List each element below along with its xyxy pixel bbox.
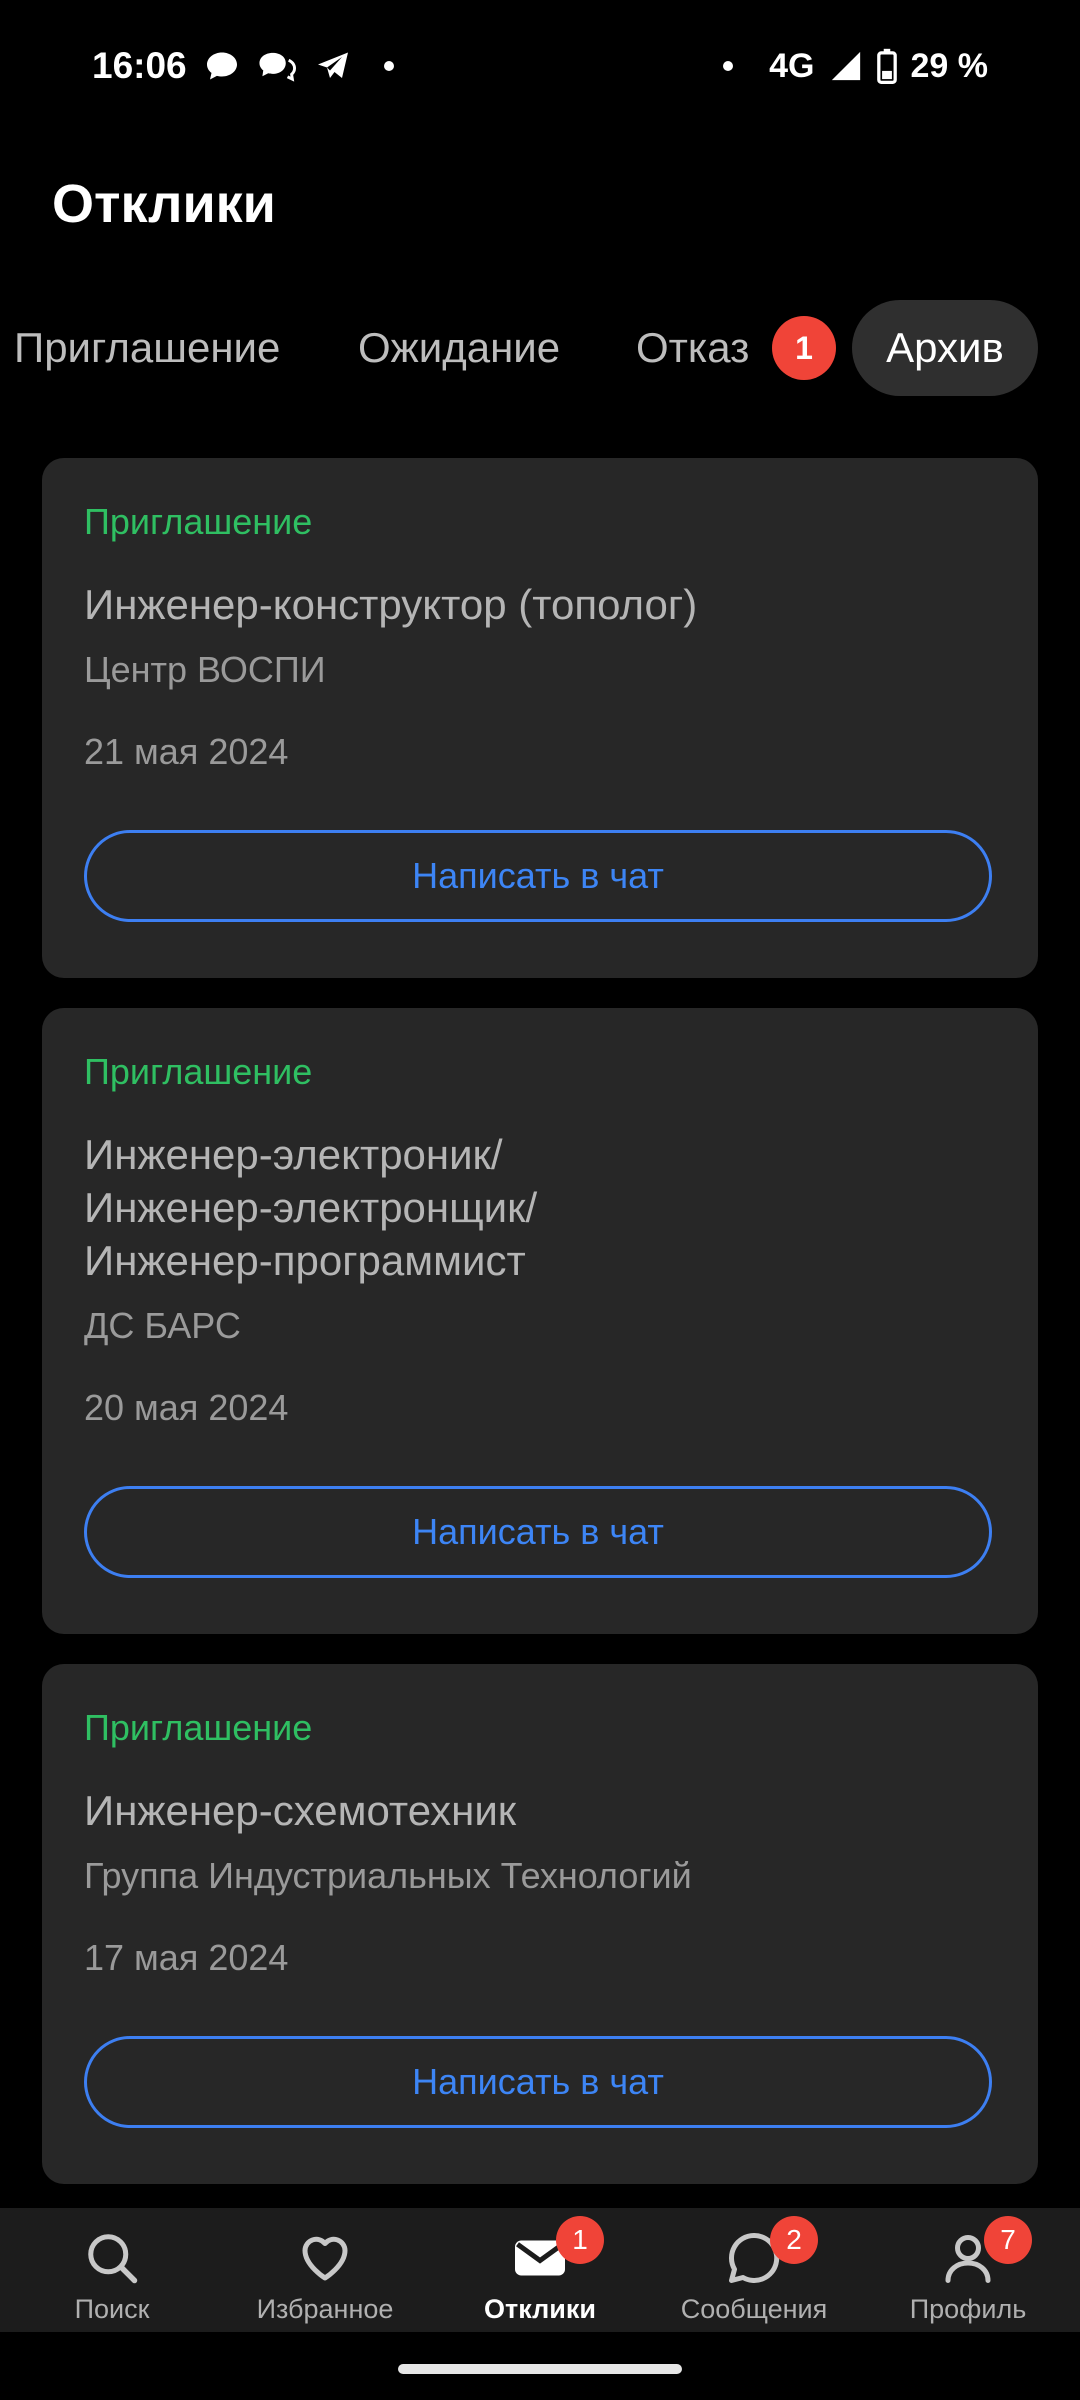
status-right: 4G 29 %	[723, 44, 988, 88]
battery-percent: 29 %	[910, 47, 989, 85]
messages-badge: 2	[770, 2216, 818, 2264]
response-card[interactable]: Приглашение Инженер-электроник/ Инженер-…	[42, 1008, 1038, 1634]
tab-rejection[interactable]: Отказ	[636, 300, 749, 396]
write-to-chat-button[interactable]: Написать в чат	[84, 2036, 992, 2128]
notification-icons	[204, 48, 394, 84]
gesture-navigation-bar[interactable]	[398, 2364, 682, 2374]
telegram-icon	[318, 52, 348, 78]
message-notification-icon	[207, 52, 237, 80]
rejection-badge: 1	[772, 316, 836, 380]
card-company: ДС БАРС	[84, 1305, 241, 1346]
battery-icon	[876, 48, 897, 84]
tab-waiting[interactable]: Ожидание	[358, 300, 560, 396]
responses-badge: 1	[556, 2216, 604, 2264]
card-company: Центр ВОСПИ	[84, 649, 326, 690]
write-to-chat-button[interactable]: Написать в чат	[84, 830, 992, 922]
tab-invitation[interactable]: Приглашение	[14, 300, 280, 396]
card-status: Приглашение	[84, 1051, 313, 1092]
card-date: 17 мая 2024	[84, 1937, 289, 1978]
nav-label: Избранное	[256, 2294, 394, 2324]
card-vacancy-title: Инженер-электроник/ Инженер-электронщик/…	[84, 1131, 538, 1284]
bottom-navigation: Поиск Избранное 1 Отклики 2 Сообщения 7 …	[0, 2208, 1080, 2332]
nav-label: Поиск	[74, 2294, 150, 2324]
response-card[interactable]: Приглашение Инженер-конструктор (тополог…	[42, 458, 1038, 978]
status-bar: 16:06 4G 29 %	[0, 0, 1080, 134]
chat-notification-icon	[259, 52, 296, 82]
page-title: Отклики	[52, 174, 276, 234]
write-to-chat-button[interactable]: Написать в чат	[84, 1486, 992, 1578]
card-status: Приглашение	[84, 501, 313, 542]
card-vacancy-title: Инженер-схемотехник	[84, 1787, 517, 1834]
nav-label: Отклики	[484, 2294, 596, 2324]
card-company: Группа Индустриальных Технологий	[84, 1855, 692, 1896]
status-dot	[723, 61, 734, 71]
tab-archive[interactable]: Архив	[852, 300, 1038, 396]
network-type: 4G	[769, 47, 815, 85]
nav-messages[interactable]: 2 Сообщения	[646, 2208, 862, 2332]
response-card[interactable]: Приглашение Инженер-схемотехник Группа И…	[42, 1664, 1038, 2184]
nav-label: Профиль	[909, 2294, 1027, 2324]
card-status: Приглашение	[84, 1707, 313, 1748]
nav-profile[interactable]: 7 Профиль	[860, 2208, 1076, 2332]
card-vacancy-title: Инженер-конструктор (тополог)	[84, 581, 698, 628]
nav-search[interactable]: Поиск	[4, 2208, 220, 2332]
nav-favorites[interactable]: Избранное	[217, 2208, 433, 2332]
card-date: 20 мая 2024	[84, 1387, 289, 1428]
search-icon	[88, 2234, 138, 2284]
filter-tabs: Приглашение Ожидание Отказ 1 Архив	[0, 300, 1080, 396]
card-date: 21 мая 2024	[84, 731, 289, 772]
more-notifications-dot	[384, 61, 394, 71]
heart-icon	[302, 2236, 348, 2281]
nav-responses[interactable]: 1 Отклики	[432, 2208, 648, 2332]
profile-badge: 7	[984, 2216, 1032, 2264]
signal-icon	[831, 51, 860, 81]
status-time: 16:06	[92, 45, 187, 86]
nav-label: Сообщения	[680, 2294, 828, 2324]
